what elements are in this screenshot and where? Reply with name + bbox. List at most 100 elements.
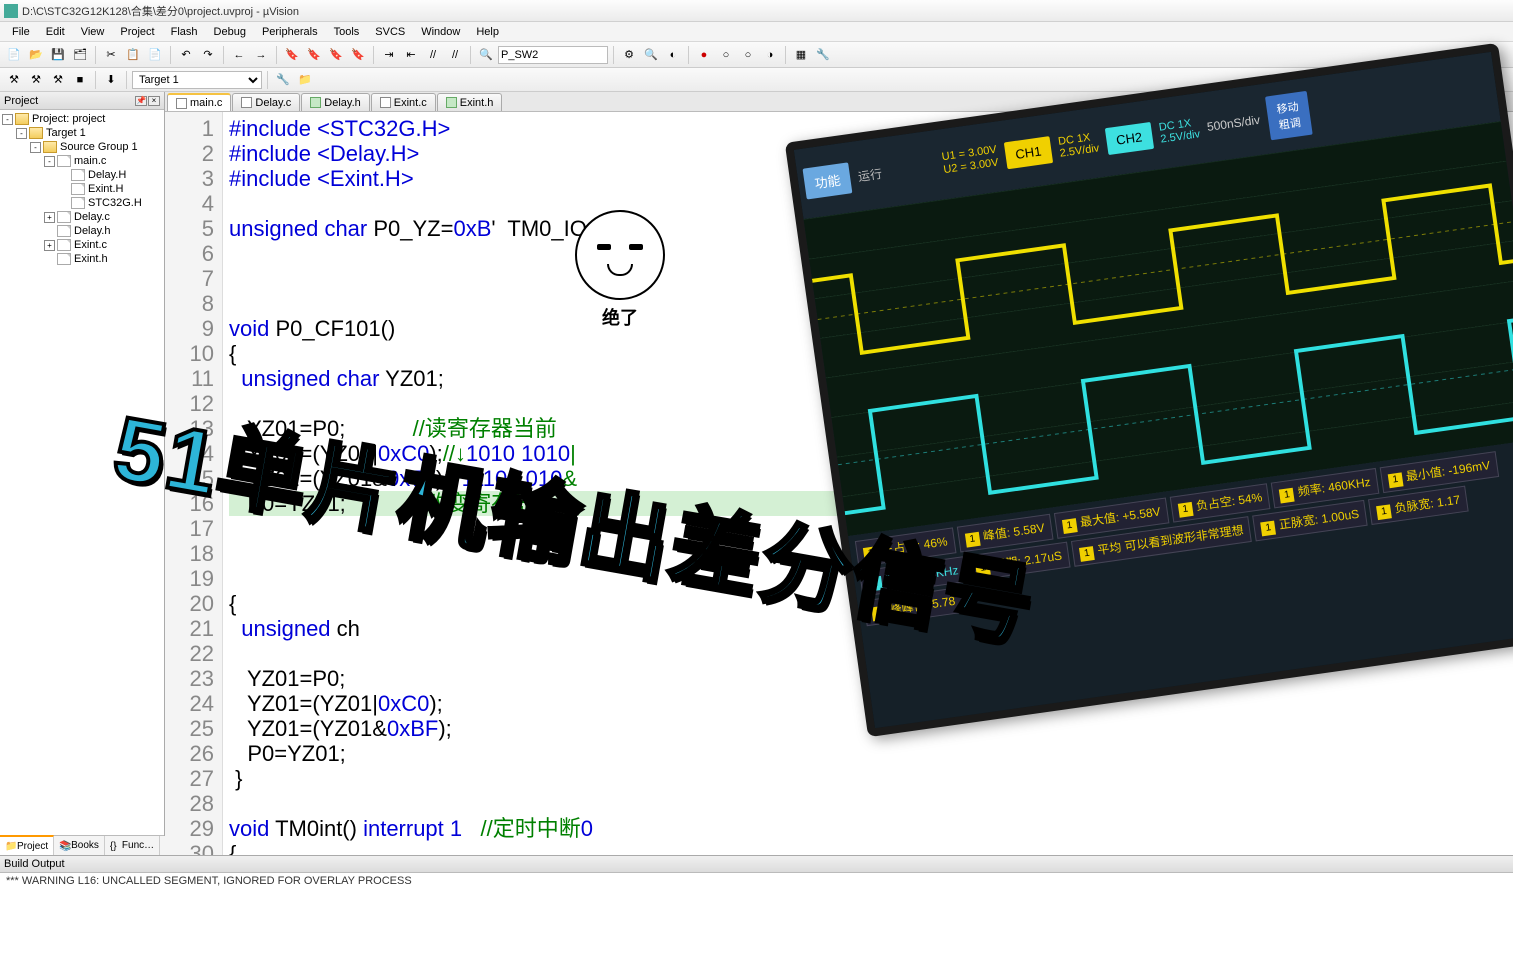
target-combo[interactable]: Target 1 bbox=[132, 71, 262, 89]
tree-item[interactable]: Exint.H bbox=[0, 182, 164, 196]
tree-item[interactable]: -Target 1 bbox=[0, 126, 164, 140]
meme-text: 绝了 bbox=[560, 304, 680, 330]
build-output-line: *** WARNING L16: UNCALLED SEGMENT, IGNOR… bbox=[6, 875, 1507, 887]
tree-item-label: main.c bbox=[74, 155, 106, 167]
rebuild-icon[interactable]: ⚒ bbox=[26, 70, 46, 90]
redo-icon[interactable]: ↷ bbox=[198, 45, 218, 65]
tree-expander-icon[interactable]: - bbox=[44, 156, 55, 167]
find-icon[interactable]: 🔍 bbox=[476, 45, 496, 65]
editor-tab[interactable]: Delay.c bbox=[232, 93, 300, 111]
tree-item[interactable]: Delay.h bbox=[0, 224, 164, 238]
menu-flash[interactable]: Flash bbox=[163, 24, 206, 40]
build-icon[interactable]: ⚒ bbox=[4, 70, 24, 90]
panel-tab-func…[interactable]: {}Func… bbox=[105, 836, 160, 855]
cut-icon[interactable]: ✂ bbox=[101, 45, 121, 65]
file-icon bbox=[57, 239, 71, 251]
scope-run-label: 运行 bbox=[857, 164, 883, 184]
menu-tools[interactable]: Tools bbox=[326, 24, 368, 40]
code-line[interactable]: P0=YZ01; bbox=[229, 741, 1507, 766]
menu-debug[interactable]: Debug bbox=[206, 24, 254, 40]
bp-icon[interactable]: ● bbox=[694, 45, 714, 65]
outdent-icon[interactable]: ⇤ bbox=[401, 45, 421, 65]
menu-peripherals[interactable]: Peripherals bbox=[254, 24, 326, 40]
indent-icon[interactable]: ⇥ bbox=[379, 45, 399, 65]
editor-tab[interactable]: Exint.c bbox=[371, 93, 436, 111]
bp3-icon[interactable]: ○ bbox=[738, 45, 758, 65]
tree-item[interactable]: STC32G.H bbox=[0, 196, 164, 210]
file-h-icon bbox=[310, 97, 321, 108]
meme-face-icon bbox=[575, 210, 665, 300]
panel-close-icon[interactable]: × bbox=[148, 96, 160, 106]
uncomment-icon[interactable]: // bbox=[445, 45, 465, 65]
editor-tab[interactable]: main.c bbox=[167, 93, 231, 111]
download-icon[interactable]: ⬇ bbox=[101, 70, 121, 90]
new-icon[interactable]: 📄 bbox=[4, 45, 24, 65]
scope-dc2: DC 1X 2.5V/div bbox=[1158, 116, 1201, 145]
tree-item[interactable]: +Exint.c bbox=[0, 238, 164, 252]
wrench-icon[interactable]: 🔧 bbox=[813, 45, 833, 65]
tree-expander-icon[interactable]: - bbox=[2, 114, 13, 125]
saveall-icon[interactable]: 🗂 bbox=[70, 45, 90, 65]
editor-tab[interactable]: Exint.h bbox=[437, 93, 503, 111]
project-panel-tabs: 📁Project📚Books{}Func…📑Temp… bbox=[0, 835, 164, 855]
editor-tab[interactable]: Delay.h bbox=[301, 93, 369, 111]
tree-item[interactable]: -Project: project bbox=[0, 112, 164, 126]
menu-file[interactable]: File bbox=[4, 24, 38, 40]
menu-view[interactable]: View bbox=[73, 24, 113, 40]
bp4-icon[interactable]: ◑ bbox=[760, 45, 780, 65]
save-icon[interactable]: 💾 bbox=[48, 45, 68, 65]
debug-icon[interactable]: 🔍 bbox=[641, 45, 661, 65]
manage-icon[interactable]: 📁 bbox=[295, 70, 315, 90]
win-icon[interactable]: ▦ bbox=[791, 45, 811, 65]
menu-svcs[interactable]: SVCS bbox=[367, 24, 413, 40]
stop-icon[interactable]: ■ bbox=[70, 70, 90, 90]
paste-icon[interactable]: 📄 bbox=[145, 45, 165, 65]
file-icon bbox=[71, 197, 85, 209]
options-icon[interactable]: 🔧 bbox=[273, 70, 293, 90]
folder-icon bbox=[29, 127, 43, 139]
code-line[interactable]: void TM0int() interrupt 1 //定时中断0 bbox=[229, 816, 1507, 841]
file-icon bbox=[57, 253, 71, 265]
tool1-icon[interactable]: ◐ bbox=[663, 45, 683, 65]
nav-back-icon[interactable]: ← bbox=[229, 45, 249, 65]
panel-tab-project[interactable]: 📁Project bbox=[0, 835, 54, 855]
code-line[interactable] bbox=[229, 791, 1507, 816]
bookmark3-icon[interactable]: 🔖 bbox=[326, 45, 346, 65]
copy-icon[interactable]: 📋 bbox=[123, 45, 143, 65]
menu-window[interactable]: Window bbox=[413, 24, 468, 40]
tree-item[interactable]: -Source Group 1 bbox=[0, 140, 164, 154]
tree-expander-icon[interactable]: + bbox=[44, 240, 55, 251]
bookmark-icon[interactable]: 🔖 bbox=[282, 45, 302, 65]
open-icon[interactable]: 📂 bbox=[26, 45, 46, 65]
tree-expander-icon[interactable]: - bbox=[16, 128, 27, 139]
file-icon bbox=[57, 225, 71, 237]
bookmark4-icon[interactable]: 🔖 bbox=[348, 45, 368, 65]
build-output-body[interactable]: *** WARNING L16: UNCALLED SEGMENT, IGNOR… bbox=[0, 873, 1513, 943]
code-line[interactable]: } bbox=[229, 766, 1507, 791]
build-output-header: Build Output bbox=[0, 855, 1513, 873]
titlebar: D:\C\STC32G12K128\合集\差分0\project.uvproj … bbox=[0, 0, 1513, 22]
tree-item[interactable]: Delay.H bbox=[0, 168, 164, 182]
panel-tab-books[interactable]: 📚Books bbox=[54, 836, 105, 855]
find-combo[interactable] bbox=[498, 46, 608, 64]
bookmark2-icon[interactable]: 🔖 bbox=[304, 45, 324, 65]
editor-tab-label: Exint.c bbox=[394, 97, 427, 109]
menu-help[interactable]: Help bbox=[468, 24, 507, 40]
tree-item[interactable]: Exint.h bbox=[0, 252, 164, 266]
nav-fwd-icon[interactable]: → bbox=[251, 45, 271, 65]
panel-tab-label: Project bbox=[17, 841, 48, 852]
tree-item[interactable]: + Delay.c bbox=[0, 210, 164, 224]
code-line[interactable]: { bbox=[229, 841, 1507, 855]
buildall-icon[interactable]: ⚒ bbox=[48, 70, 68, 90]
panel-pin-icon[interactable]: 📌 bbox=[135, 96, 147, 106]
tree-expander-icon[interactable]: - bbox=[30, 142, 41, 153]
tree-item[interactable]: - main.c bbox=[0, 154, 164, 168]
menu-project[interactable]: Project bbox=[112, 24, 162, 40]
tree-item-label: Delay.c bbox=[74, 211, 110, 223]
config-icon[interactable]: ⚙ bbox=[619, 45, 639, 65]
menu-edit[interactable]: Edit bbox=[38, 24, 73, 40]
tree-expander-icon[interactable]: + bbox=[44, 212, 55, 223]
comment-icon[interactable]: // bbox=[423, 45, 443, 65]
bp2-icon[interactable]: ○ bbox=[716, 45, 736, 65]
undo-icon[interactable]: ↶ bbox=[176, 45, 196, 65]
